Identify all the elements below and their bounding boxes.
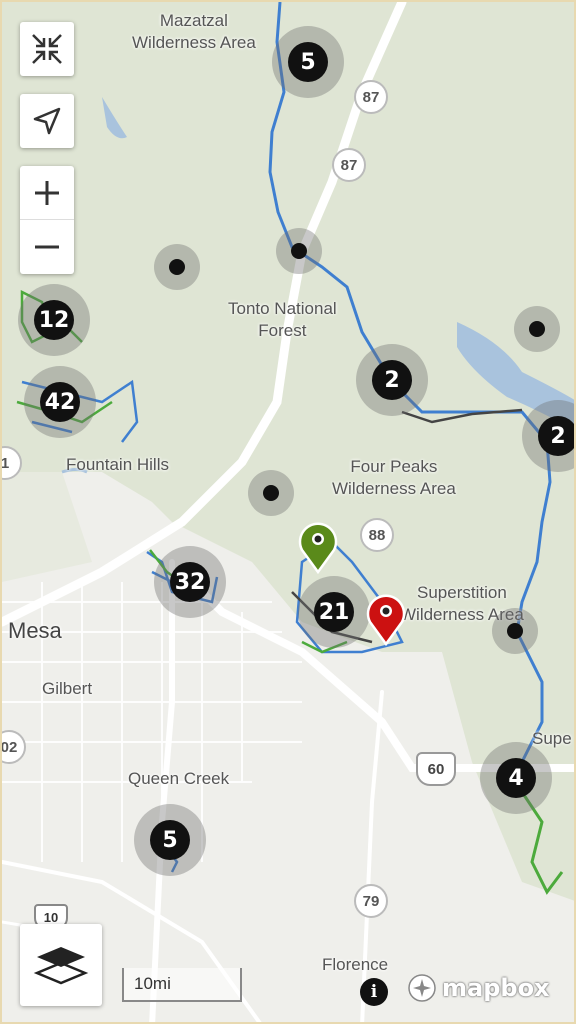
trail-marker[interactable]	[492, 608, 538, 654]
route-shield-79: 79	[354, 884, 388, 918]
trail-cluster[interactable]: 32	[154, 546, 226, 618]
cluster-count: 2	[372, 360, 412, 400]
cluster-count: 4	[496, 758, 536, 798]
label-tonto: Tonto National Forest	[228, 299, 337, 340]
mapbox-logo[interactable]: mapbox	[406, 972, 550, 1004]
label-florence: Florence	[322, 955, 389, 974]
trail-cluster[interactable]: 42	[24, 366, 96, 438]
label-mesa: Mesa	[8, 618, 62, 643]
map-layers-button[interactable]	[20, 924, 102, 1006]
zoom-out-button[interactable]	[20, 220, 74, 274]
attribution-info-button[interactable]: i	[360, 978, 388, 1006]
collapse-arrows-icon	[32, 34, 62, 64]
trail-cluster[interactable]: 5	[272, 26, 344, 98]
zoom-in-button[interactable]	[20, 166, 74, 220]
trail-cluster[interactable]: 4	[480, 742, 552, 814]
selected-location-pin-red[interactable]	[366, 592, 406, 646]
minus-icon	[35, 245, 59, 249]
zoom-control	[20, 166, 74, 274]
layers-icon	[33, 947, 89, 985]
label-four-peaks: Four Peaks Wilderness Area	[332, 457, 456, 498]
label-supe: Supe	[532, 729, 572, 748]
mapbox-wordmark: mapbox	[442, 974, 550, 1002]
trail-marker[interactable]	[514, 306, 560, 352]
collapse-button[interactable]	[20, 22, 74, 76]
trail-marker[interactable]	[154, 244, 200, 290]
trail-cluster[interactable]: 2	[356, 344, 428, 416]
cluster-count: 5	[150, 820, 190, 860]
label-gilbert: Gilbert	[42, 679, 93, 698]
label-fountain-hills: Fountain Hills	[66, 455, 169, 474]
map-basemap	[2, 2, 574, 1022]
trailhead-pin-green[interactable]	[298, 520, 338, 574]
label-queen-creek: Queen Creek	[128, 769, 230, 788]
locate-me-button[interactable]	[20, 94, 74, 148]
cluster-count: 32	[170, 562, 210, 602]
us-route-shield-60: 60	[416, 752, 456, 786]
mapbox-logo-icon	[408, 974, 436, 1002]
navigation-arrow-icon	[33, 107, 61, 135]
route-shield-88: 88	[360, 518, 394, 552]
trail-cluster[interactable]: 12	[18, 284, 90, 356]
cluster-count: 12	[34, 300, 74, 340]
map-scale-bar: 10mi	[122, 968, 242, 1002]
cluster-count: 2	[538, 416, 574, 456]
trail-marker[interactable]	[248, 470, 294, 516]
trail-marker[interactable]	[276, 228, 322, 274]
cluster-count: 42	[40, 382, 80, 422]
trail-cluster[interactable]: 5	[134, 804, 206, 876]
label-mazatzal: Mazatzal Wilderness Area	[132, 11, 256, 52]
map-view[interactable]: Mazatzal Wilderness Area Tonto National …	[0, 0, 576, 1024]
route-shield-87b: 87	[332, 148, 366, 182]
plus-icon	[35, 180, 59, 205]
trail-cluster[interactable]: 21	[298, 576, 370, 648]
route-shield-87a: 87	[354, 80, 388, 114]
cluster-count: 21	[314, 592, 354, 632]
cluster-count: 5	[288, 42, 328, 82]
